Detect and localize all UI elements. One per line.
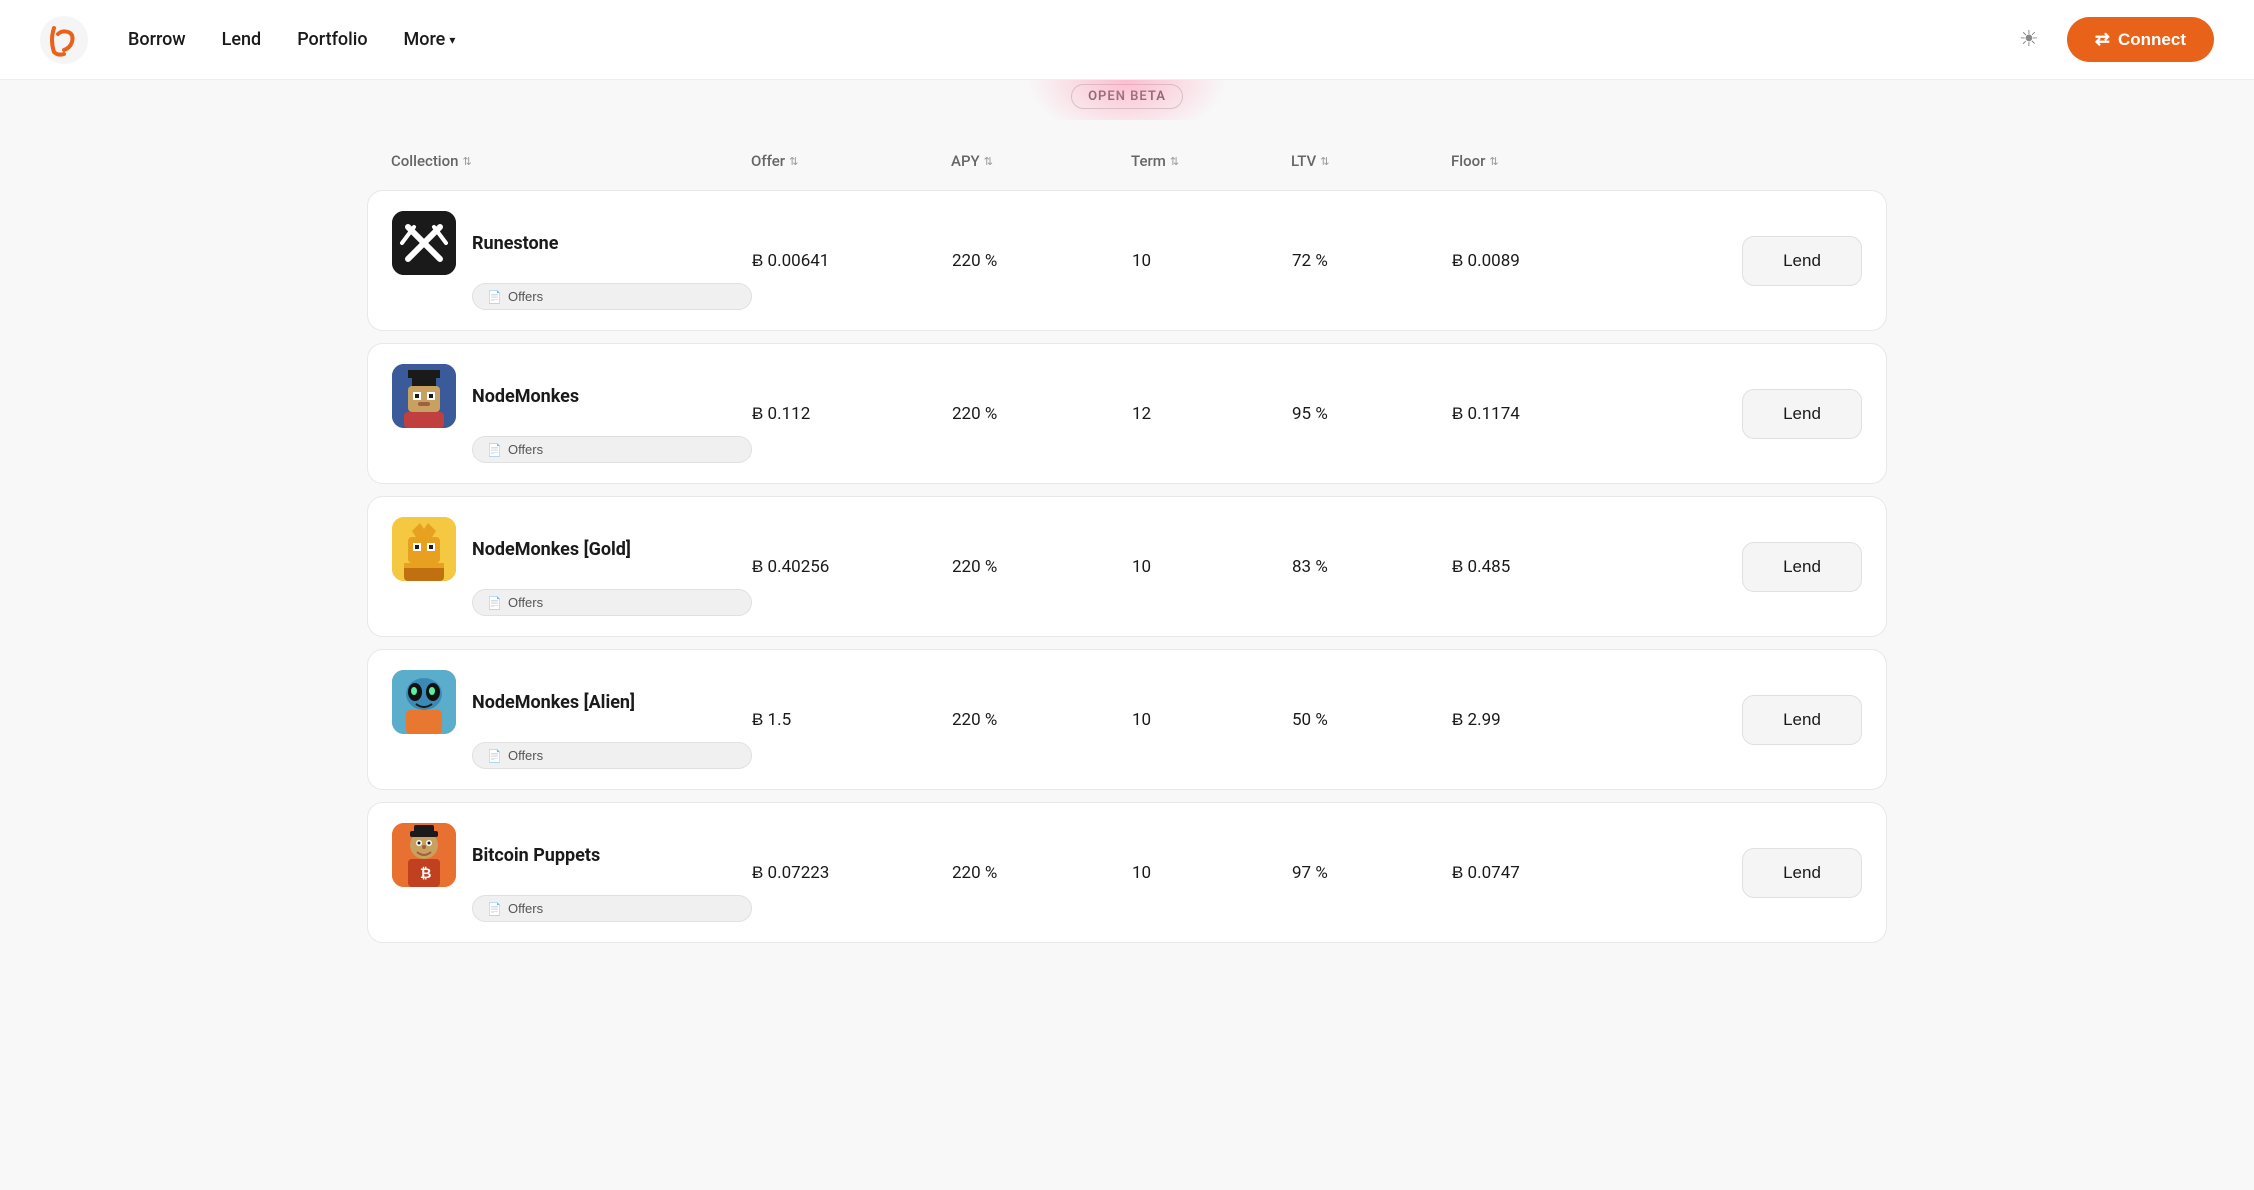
nav-portfolio[interactable]: Portfolio	[297, 29, 367, 50]
nav: Borrow Lend Portfolio More ▾	[128, 29, 455, 50]
offers-button-nodemonkes-alien[interactable]: 📄 Offers	[472, 742, 752, 769]
document-icon: 📄	[487, 443, 502, 457]
term-value: 10	[1132, 557, 1292, 577]
term-value: 10	[1132, 251, 1292, 271]
main-content: Collection ⇅ Offer ⇅ APY ⇅ Term ⇅ LTV ⇅ …	[327, 120, 1927, 995]
collection-image-runestone	[392, 211, 456, 275]
collection-top: ₿ Bitcoin Puppets	[392, 823, 752, 887]
floor-value: Ƀ 0.1174	[1452, 404, 1632, 424]
offers-button-bitcoin-puppets[interactable]: 📄 Offers	[472, 895, 752, 922]
header: Borrow Lend Portfolio More ▾ ☀ ⇄ Connect	[0, 0, 2254, 80]
collection-name: Bitcoin Puppets	[472, 845, 600, 866]
col-header-ltv: LTV ⇅	[1291, 152, 1451, 170]
collection-top: NodeMonkes	[392, 364, 752, 428]
collection-info: NodeMonkes [Gold] 📄 Offers	[392, 517, 752, 616]
floor-value: Ƀ 2.99	[1452, 710, 1632, 730]
offers-button-nodemonkes[interactable]: 📄 Offers	[472, 436, 752, 463]
floor-value: Ƀ 0.0089	[1452, 251, 1632, 271]
document-icon: 📄	[487, 902, 502, 916]
collection-name: NodeMonkes [Alien]	[472, 692, 635, 713]
col-header-apy: APY ⇅	[951, 152, 1131, 170]
lend-button-nodemonkes-alien[interactable]: Lend	[1742, 695, 1862, 745]
sort-icon-floor[interactable]: ⇅	[1489, 155, 1498, 168]
theme-toggle-button[interactable]: ☀	[2011, 22, 2047, 58]
lend-button-nodemonkes[interactable]: Lend	[1742, 389, 1862, 439]
ltv-value: 50 %	[1292, 710, 1452, 730]
apy-value: 220 %	[952, 251, 1132, 271]
lend-button-nodemonkes-gold[interactable]: Lend	[1742, 542, 1862, 592]
sort-icon-collection[interactable]: ⇅	[463, 155, 472, 168]
connect-icon: ⇄	[2095, 29, 2110, 50]
table-header: Collection ⇅ Offer ⇅ APY ⇅ Term ⇅ LTV ⇅ …	[367, 140, 1887, 182]
collection-image-nodemonkes-alien	[392, 670, 456, 734]
sort-icon-term[interactable]: ⇅	[1170, 155, 1179, 168]
pink-blob-decoration	[1027, 80, 1227, 120]
collection-name: Runestone	[472, 233, 559, 254]
connect-button[interactable]: ⇄ Connect	[2067, 17, 2214, 62]
chevron-down-icon: ▾	[449, 33, 455, 47]
table-row: NodeMonkes [Alien] 📄 Offers Ƀ 1.5 220 % …	[367, 649, 1887, 790]
nav-lend[interactable]: Lend	[222, 29, 262, 50]
ltv-value: 95 %	[1292, 404, 1452, 424]
col-header-collection: Collection ⇅	[391, 152, 751, 170]
sort-icon-apy[interactable]: ⇅	[984, 155, 993, 168]
nav-more[interactable]: More ▾	[404, 29, 456, 50]
lend-button-runestone[interactable]: Lend	[1742, 236, 1862, 286]
offers-button-nodemonkes-gold[interactable]: 📄 Offers	[472, 589, 752, 616]
ltv-value: 72 %	[1292, 251, 1452, 271]
collection-top: NodeMonkes [Alien]	[392, 670, 752, 734]
offer-value: Ƀ 0.07223	[752, 863, 952, 883]
document-icon: 📄	[487, 290, 502, 304]
collection-image-bitcoin-puppets: ₿	[392, 823, 456, 887]
apy-value: 220 %	[952, 404, 1132, 424]
apy-value: 220 %	[952, 710, 1132, 730]
offer-value: Ƀ 0.00641	[752, 251, 952, 271]
header-right: ☀ ⇄ Connect	[2011, 17, 2214, 62]
col-header-term: Term ⇅	[1131, 152, 1291, 170]
sun-icon: ☀	[2019, 27, 2039, 52]
collection-info: NodeMonkes [Alien] 📄 Offers	[392, 670, 752, 769]
term-value: 10	[1132, 863, 1292, 883]
collection-info: Runestone 📄 Offers	[392, 211, 752, 310]
top-decoration: OPEN BETA	[0, 80, 2254, 120]
col-header-floor: Floor ⇅	[1451, 152, 1631, 170]
collection-name: NodeMonkes [Gold]	[472, 539, 631, 560]
collection-top: NodeMonkes [Gold]	[392, 517, 752, 581]
apy-value: 220 %	[952, 863, 1132, 883]
collection-image-nodemonkes-gold	[392, 517, 456, 581]
offer-value: Ƀ 1.5	[752, 710, 952, 730]
collection-image-nodemonkes	[392, 364, 456, 428]
table-row: ₿ Bitcoin Puppets 📄 Offers Ƀ 0.07223 220…	[367, 802, 1887, 943]
offers-button-runestone[interactable]: 📄 Offers	[472, 283, 752, 310]
collection-name: NodeMonkes	[472, 386, 579, 407]
ltv-value: 83 %	[1292, 557, 1452, 577]
collection-info: NodeMonkes 📄 Offers	[392, 364, 752, 463]
collection-top: Runestone	[392, 211, 752, 275]
logo[interactable]	[40, 16, 88, 64]
header-left: Borrow Lend Portfolio More ▾	[40, 16, 455, 64]
floor-value: Ƀ 0.0747	[1452, 863, 1632, 883]
offer-value: Ƀ 0.112	[752, 404, 952, 424]
apy-value: 220 %	[952, 557, 1132, 577]
table-row: Runestone 📄 Offers Ƀ 0.00641 220 % 10 72…	[367, 190, 1887, 331]
table-row: NodeMonkes 📄 Offers Ƀ 0.112 220 % 12 95 …	[367, 343, 1887, 484]
document-icon: 📄	[487, 749, 502, 763]
collection-info: ₿ Bitcoin Puppets 📄 Offers	[392, 823, 752, 922]
document-icon: 📄	[487, 596, 502, 610]
lend-button-bitcoin-puppets[interactable]: Lend	[1742, 848, 1862, 898]
ltv-value: 97 %	[1292, 863, 1452, 883]
table-row: NodeMonkes [Gold] 📄 Offers Ƀ 0.40256 220…	[367, 496, 1887, 637]
term-value: 12	[1132, 404, 1292, 424]
nav-borrow[interactable]: Borrow	[128, 29, 186, 50]
col-header-offer: Offer ⇅	[751, 152, 951, 170]
sort-icon-ltv[interactable]: ⇅	[1320, 155, 1329, 168]
sort-icon-offer[interactable]: ⇅	[789, 155, 798, 168]
offer-value: Ƀ 0.40256	[752, 557, 952, 577]
floor-value: Ƀ 0.485	[1452, 557, 1632, 577]
svg-text:₿: ₿	[420, 866, 431, 882]
term-value: 10	[1132, 710, 1292, 730]
